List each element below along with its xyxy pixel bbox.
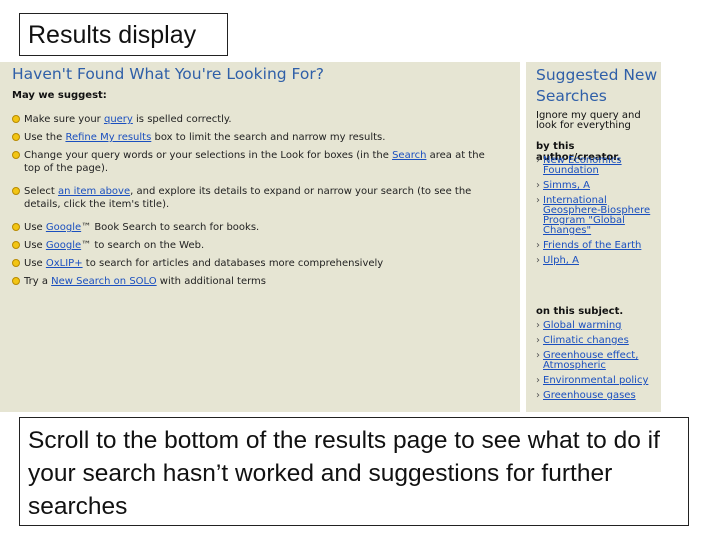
subject-list: Global warming Climatic changes Greenhou… <box>536 321 658 406</box>
suggestion-item: Make sure your query is spelled correctl… <box>12 113 512 126</box>
suggestion-item: Try a New Search on SOLO with additional… <box>12 275 512 288</box>
results-screenshot: Haven't Found What You're Looking For? M… <box>0 62 661 412</box>
suggestion-item: Use Google™ Book Search to search for bo… <box>12 221 512 234</box>
caption-box: Scroll to the bottom of the results page… <box>19 417 689 526</box>
author-link[interactable]: Simms, A <box>543 180 590 191</box>
search-area-link[interactable]: Search <box>392 150 426 161</box>
author-link[interactable]: New Economics Foundation <box>543 155 622 176</box>
bullet-icon <box>12 259 20 267</box>
author-link[interactable]: International Geosphere-Biosphere Progra… <box>543 195 650 236</box>
new-search-solo-link[interactable]: New Search on SOLO <box>51 276 156 287</box>
item-above-link[interactable]: an item above <box>58 186 130 197</box>
suggestion-item: Select an item above, and explore its de… <box>12 185 502 211</box>
list-item: Climatic changes <box>536 335 658 347</box>
google-web-link[interactable]: Google <box>46 240 81 251</box>
subject-link[interactable]: Greenhouse gases <box>543 390 636 401</box>
bullet-icon <box>12 187 20 195</box>
list-item: Friends of the Earth <box>536 240 658 252</box>
bullet-icon <box>12 133 20 141</box>
caption-text: Scroll to the bottom of the results page… <box>28 427 660 520</box>
subject-link[interactable]: Global warming <box>543 320 622 331</box>
list-item: International Geosphere-Biosphere Progra… <box>536 196 658 236</box>
suggested-searches-panel: Suggested New Searches Ignore my query a… <box>526 62 661 412</box>
bullet-icon <box>12 151 20 159</box>
google-books-link[interactable]: Google <box>46 222 81 233</box>
query-link[interactable]: query <box>104 114 133 125</box>
subject-section-label: on this subject. <box>536 306 624 317</box>
suggestion-item: Use OxLIP+ to search for articles and da… <box>12 257 512 270</box>
havent-found-heading: Haven't Found What You're Looking For? <box>12 65 324 83</box>
bullet-icon <box>12 277 20 285</box>
oxlip-link[interactable]: OxLIP+ <box>46 258 83 269</box>
list-item: Global warming <box>536 320 658 332</box>
suggestion-item: Change your query words or your selectio… <box>12 149 502 175</box>
author-link[interactable]: Ulph, A <box>543 255 579 266</box>
subject-link[interactable]: Environmental policy <box>543 375 648 386</box>
list-item: Ulph, A <box>536 255 658 267</box>
refine-results-link[interactable]: Refine My results <box>65 132 151 143</box>
suggest-subheading: May we suggest: <box>12 90 107 101</box>
ignore-query-note: Ignore my query and look for everything <box>536 110 641 131</box>
bullet-icon <box>12 223 20 231</box>
list-item: Simms, A <box>536 180 658 192</box>
suggestion-item: Use Google™ to search on the Web. <box>12 239 512 252</box>
suggested-searches-heading: Suggested New Searches <box>536 66 658 105</box>
list-item: Greenhouse effect, Atmospheric <box>536 351 658 371</box>
subject-link[interactable]: Climatic changes <box>543 335 629 346</box>
slide-title: Results display <box>28 21 197 49</box>
list-item: Greenhouse gases <box>536 390 658 402</box>
list-item: Environmental policy <box>536 375 658 387</box>
subject-link[interactable]: Greenhouse effect, Atmospheric <box>543 350 638 371</box>
suggestion-item: Use the Refine My results box to limit t… <box>12 131 512 144</box>
bullet-icon <box>12 115 20 123</box>
havent-found-panel: Haven't Found What You're Looking For? M… <box>0 62 520 412</box>
slide-title-box: Results display <box>19 13 228 56</box>
author-link[interactable]: Friends of the Earth <box>543 240 641 251</box>
bullet-icon <box>12 241 20 249</box>
author-list: New Economics Foundation Simms, A Intern… <box>536 156 658 271</box>
list-item: New Economics Foundation <box>536 156 658 176</box>
